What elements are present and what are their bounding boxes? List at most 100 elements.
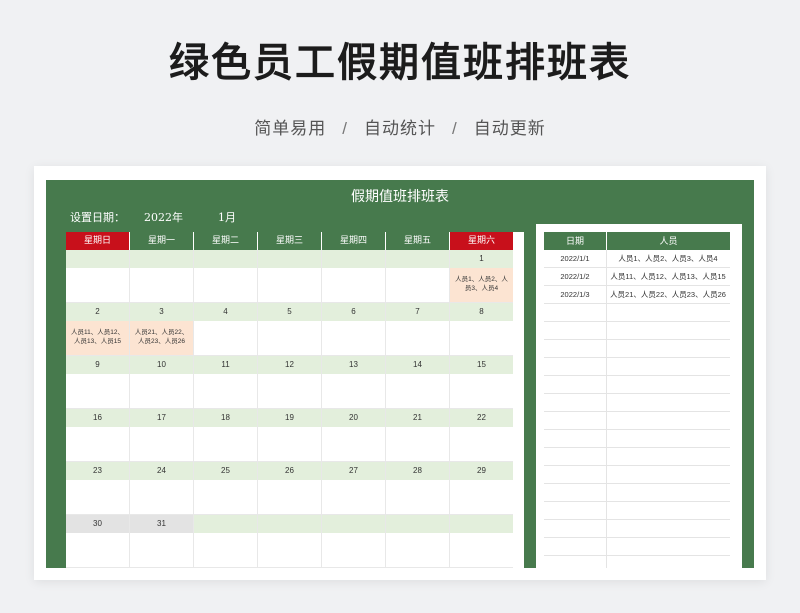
- calendar-day-number[interactable]: 1: [450, 250, 513, 268]
- row-people: [606, 394, 730, 412]
- calendar-day-number[interactable]: [450, 515, 513, 533]
- table-row[interactable]: [544, 538, 730, 556]
- row-date: [544, 358, 606, 376]
- calendar-day-number[interactable]: 18: [194, 409, 257, 427]
- calendar-day-number[interactable]: 29: [450, 462, 513, 480]
- row-date: 2022/1/2: [560, 272, 590, 281]
- calendar-day-number[interactable]: 28: [386, 462, 449, 480]
- table-row[interactable]: [544, 340, 730, 358]
- duty-note[interactable]: 人员21、人员22、人员23、人员26: [130, 321, 193, 355]
- calendar-day-number[interactable]: 30: [66, 515, 129, 533]
- row-people: 人员21、人员22、人员23、人员26: [610, 290, 726, 299]
- calendar-day-number[interactable]: 11: [194, 356, 257, 374]
- calendar-day-number[interactable]: [194, 250, 257, 268]
- duty-note[interactable]: 人员11、人员12、人员13、人员15: [66, 321, 129, 355]
- calendar-day-number[interactable]: 13: [322, 356, 385, 374]
- row-date: [544, 538, 606, 556]
- row-people: [606, 448, 730, 466]
- calendar-day-number[interactable]: 2: [66, 303, 129, 321]
- weekday-header: 星期日: [66, 232, 129, 250]
- calendar-day-number[interactable]: [258, 250, 321, 268]
- calendar-day-number[interactable]: 19: [258, 409, 321, 427]
- calendar-day-number[interactable]: 4: [194, 303, 257, 321]
- calendar-day-number[interactable]: 6: [322, 303, 385, 321]
- row-date: [544, 340, 606, 358]
- calendar-day-number[interactable]: 9: [66, 356, 129, 374]
- calendar-day-number[interactable]: 22: [450, 409, 513, 427]
- weekday-header: 星期五: [386, 232, 449, 250]
- calendar-day-number[interactable]: 14: [386, 356, 449, 374]
- grid-line: [385, 250, 386, 568]
- calendar-day-number[interactable]: 31: [130, 515, 193, 533]
- table-row[interactable]: [544, 484, 730, 502]
- calendar-day-number[interactable]: 10: [130, 356, 193, 374]
- table-row[interactable]: [544, 376, 730, 394]
- row-people: [606, 322, 730, 340]
- row-people: [606, 358, 730, 376]
- table-row[interactable]: [544, 358, 730, 376]
- table-row[interactable]: [544, 520, 730, 538]
- list-header-date: 日期: [544, 232, 606, 250]
- calendar-day-number[interactable]: 15: [450, 356, 513, 374]
- month-selector[interactable]: 1月: [218, 209, 236, 225]
- table-row[interactable]: [544, 502, 730, 520]
- calendar-day-number[interactable]: 7: [386, 303, 449, 321]
- table-row[interactable]: [544, 322, 730, 340]
- grid-line: [66, 567, 513, 568]
- table-row[interactable]: [544, 430, 730, 448]
- calendar-day-number[interactable]: [130, 250, 193, 268]
- table-row[interactable]: [544, 448, 730, 466]
- table-row[interactable]: [544, 556, 730, 568]
- hero-title: 绿色员工假期值班排班表: [169, 40, 631, 86]
- calendar-day-number[interactable]: [386, 515, 449, 533]
- row-people: [606, 538, 730, 556]
- calendar-day-number[interactable]: [386, 250, 449, 268]
- calendar-day-number[interactable]: 12: [258, 356, 321, 374]
- calendar-day-number[interactable]: 26: [258, 462, 321, 480]
- tagline-easy: 简单易用: [254, 119, 327, 138]
- weekday-header: 星期四: [322, 232, 385, 250]
- table-row[interactable]: 2022/1/1 人员1、人员2、人员3、人员4: [544, 250, 730, 268]
- row-people: [606, 340, 730, 358]
- grid-line: [321, 250, 322, 568]
- table-row[interactable]: 2022/1/2 人员11、人员12、人员13、人员15: [544, 268, 730, 286]
- table-row[interactable]: [544, 304, 730, 322]
- calendar-day-number[interactable]: 16: [66, 409, 129, 427]
- calendar-day-number[interactable]: [194, 515, 257, 533]
- weekday-header: 星期六: [450, 232, 513, 250]
- row-people: [606, 520, 730, 538]
- row-people: [606, 502, 730, 520]
- calendar-day-number[interactable]: 25: [194, 462, 257, 480]
- calendar-day-number[interactable]: 3: [130, 303, 193, 321]
- calendar-day-number[interactable]: [322, 250, 385, 268]
- row-date: [544, 394, 606, 412]
- row-people: [606, 466, 730, 484]
- row-date: [544, 376, 606, 394]
- duty-note[interactable]: 人员1、人员2、人员3、人员4: [450, 268, 513, 302]
- year-selector[interactable]: 2022年: [144, 209, 183, 225]
- row-date: [544, 484, 606, 502]
- calendar-day-number[interactable]: 27: [322, 462, 385, 480]
- table-row[interactable]: 2022/1/3 人员21、人员22、人员23、人员26: [544, 286, 730, 304]
- table-row[interactable]: [544, 394, 730, 412]
- row-date: [544, 520, 606, 538]
- calendar-day-number[interactable]: 21: [386, 409, 449, 427]
- calendar-day-number[interactable]: [322, 515, 385, 533]
- tagline-auto-stats: 自动统计: [364, 119, 436, 138]
- calendar-day-number[interactable]: 23: [66, 462, 129, 480]
- calendar-day-number[interactable]: 17: [130, 409, 193, 427]
- row-date: [544, 502, 606, 520]
- table-row[interactable]: [544, 466, 730, 484]
- row-date: [544, 304, 606, 322]
- calendar-day-number[interactable]: 24: [130, 462, 193, 480]
- row-date: [544, 556, 606, 568]
- grid-line: [129, 250, 130, 568]
- calendar-day-number[interactable]: 20: [322, 409, 385, 427]
- calendar-day-number[interactable]: [258, 515, 321, 533]
- grid-line: [193, 250, 194, 568]
- row-people: 人员1、人员2、人员3、人员4: [618, 254, 718, 263]
- calendar-day-number[interactable]: [66, 250, 129, 268]
- calendar-day-number[interactable]: 8: [450, 303, 513, 321]
- table-row[interactable]: [544, 412, 730, 430]
- calendar-day-number[interactable]: 5: [258, 303, 321, 321]
